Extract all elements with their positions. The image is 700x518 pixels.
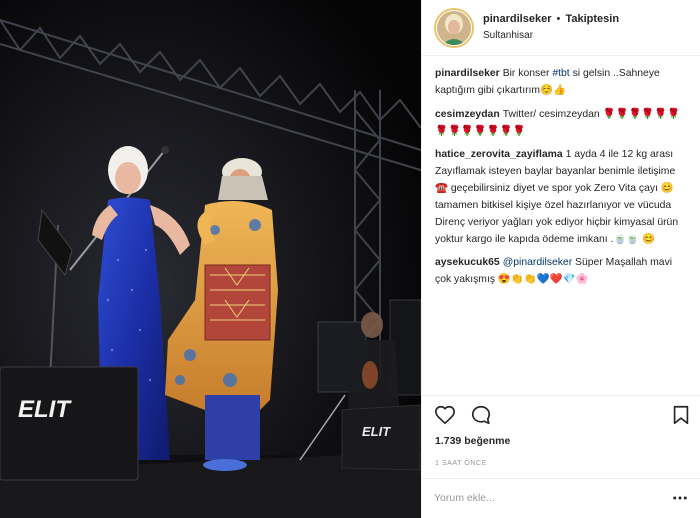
concert-photo: ELIT ELIT (0, 0, 421, 518)
caption-text-start: Bir konser (502, 68, 553, 79)
comment-username[interactable]: hatice_zerovita_zayiflama (435, 149, 563, 160)
post-panel: pinardilseker • Takiptesin Sultanhisar p… (421, 0, 700, 518)
avatar[interactable] (434, 7, 474, 48)
heart-icon[interactable] (434, 404, 456, 426)
like-count[interactable]: 1.739 beğenme (435, 435, 510, 447)
divider (422, 395, 700, 396)
speaker-left (0, 366, 139, 481)
caption: pinardilseker Bir konser #tbt si gelsin .… (435, 66, 687, 100)
comment-item: hatice_zerovita_zayiflama 1 ayda 4 ile 12… (435, 147, 687, 248)
post-photo[interactable]: ELIT ELIT (0, 0, 421, 518)
comment-item: aysekucuk65 @pinardilseker Süper Maşallah… (435, 255, 687, 289)
comments-list: pinardilseker Bir konser #tbt si gelsin .… (422, 66, 700, 296)
comment-input[interactable] (434, 492, 664, 504)
speaker-left-logo: ELIT (18, 396, 72, 423)
post-header: pinardilseker • Takiptesin Sultanhisar (422, 0, 700, 56)
comment-icon[interactable] (470, 404, 492, 426)
comment-mention[interactable]: @pinardilseker (503, 257, 572, 268)
action-bar (434, 404, 506, 426)
caption-username[interactable]: pinardilseker (435, 68, 500, 79)
header-username[interactable]: pinardilseker (483, 13, 551, 25)
instagram-post: ELIT ELIT pinardilseker • Takiptesin Sul… (0, 0, 700, 518)
header-separator: • (556, 13, 561, 26)
add-comment-bar (422, 478, 700, 518)
more-options-icon[interactable] (671, 489, 689, 507)
comment-username[interactable]: aysekucuk65 (435, 257, 500, 268)
follow-status[interactable]: Takiptesin (565, 13, 619, 25)
bookmark-icon[interactable] (670, 404, 692, 426)
caption-hashtag[interactable]: #tbt (552, 68, 569, 79)
comment-text: 1 ayda 4 ile 12 kg arası Zayıflamak iste… (435, 149, 679, 245)
location[interactable]: Sultanhisar (483, 29, 619, 43)
comment-username[interactable]: cesimzeydan (435, 109, 500, 120)
speaker-right-logo: ELIT (362, 424, 391, 439)
avatar-image (437, 10, 471, 45)
comment-item: cesimzeydan Twitter/ cesimzeydan 🌹🌹🌹🌹🌹🌹🌹🌹… (435, 107, 687, 141)
post-time[interactable]: 1 SAAT ÖNCE (435, 458, 487, 467)
